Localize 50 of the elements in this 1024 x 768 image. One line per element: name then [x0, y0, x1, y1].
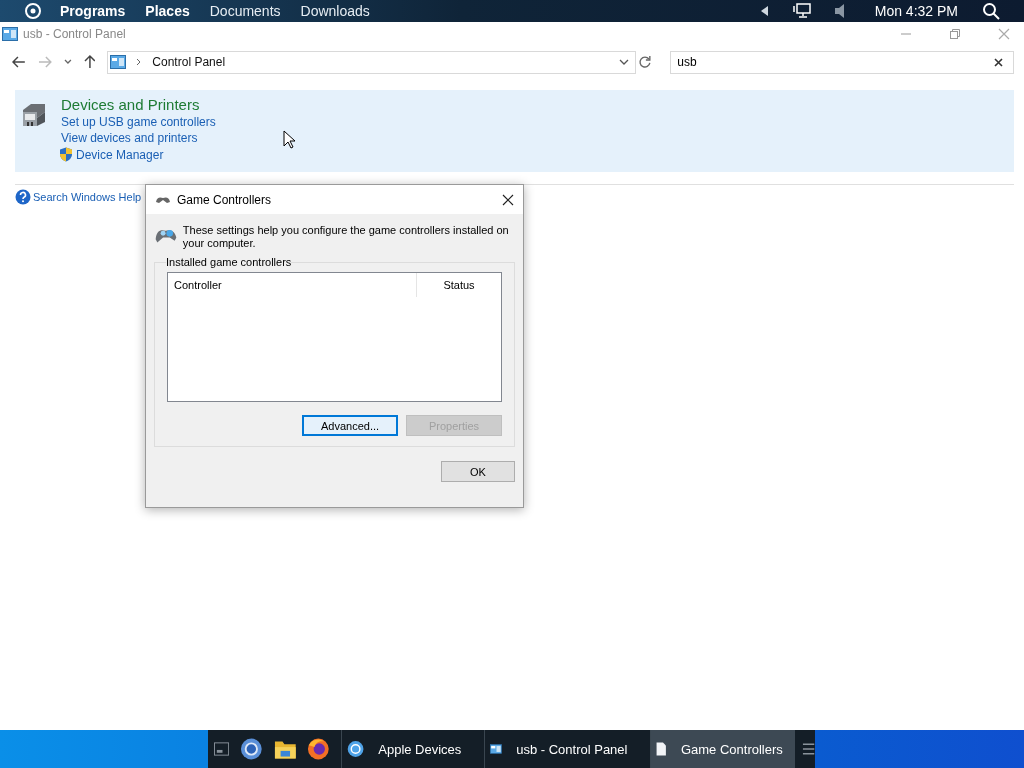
control-panel-icon	[490, 741, 503, 757]
menu-icon[interactable]	[801, 742, 816, 756]
task-link[interactable]: View devices and printers	[61, 131, 216, 145]
restore-icon[interactable]	[949, 28, 961, 40]
taskbar-button[interactable]: usb - Control Panel	[484, 730, 640, 768]
dialog-title: Game Controllers	[177, 192, 272, 207]
task-link[interactable]: Device Manager	[76, 147, 164, 162]
address-text: Control Panel	[152, 55, 226, 69]
fox-browser-icon[interactable]	[307, 737, 331, 761]
speaker-icon[interactable]	[834, 4, 845, 18]
help-icon	[15, 189, 31, 205]
triangle-left-icon[interactable]	[760, 6, 769, 16]
shield-icon	[59, 147, 73, 162]
chevron-down-icon[interactable]	[619, 58, 630, 66]
dialog-description: These settings help you configure the game controllers installed on your computer.	[182, 224, 510, 250]
search-icon[interactable]	[982, 2, 1000, 20]
clear-icon[interactable]	[994, 57, 1003, 67]
ok-button[interactable]: OK	[441, 461, 515, 482]
chevron-down-icon[interactable]	[63, 59, 72, 65]
gamepad-icon	[155, 195, 171, 204]
group-label: Installed game controllers	[166, 256, 292, 268]
back-arrow-icon[interactable]	[12, 56, 26, 68]
column-header[interactable]: Controller	[168, 273, 417, 297]
address-bar[interactable]: Control Panel	[107, 50, 637, 74]
close-icon[interactable]	[502, 193, 514, 206]
control-panel-icon	[110, 55, 127, 69]
menu-item[interactable]: Downloads	[300, 3, 370, 19]
up-arrow-icon[interactable]	[83, 55, 96, 69]
network-icon[interactable]	[792, 3, 811, 19]
window-title: usb - Control Panel	[23, 27, 126, 41]
refresh-icon[interactable]	[638, 55, 653, 69]
column-header[interactable]: Status	[417, 279, 501, 291]
help-link[interactable]: Search Windows Help	[33, 191, 142, 203]
chevron-right-icon	[136, 58, 143, 66]
desktop-icon[interactable]	[214, 742, 230, 756]
folder-icon[interactable]	[273, 738, 297, 760]
task-link[interactable]: Set up USB game controllers	[61, 115, 216, 129]
taskbar-button[interactable]: Game Controllers	[650, 730, 795, 768]
controller-list[interactable]: Controller Status	[167, 272, 502, 402]
category-heading[interactable]: Devices and Printers	[61, 96, 216, 113]
menu-item[interactable]: Documents	[209, 3, 281, 19]
menu-item[interactable]: Programs	[60, 3, 126, 19]
menu-item[interactable]: Places	[145, 3, 190, 19]
search-field[interactable]: usb	[670, 50, 1014, 74]
browser-icon[interactable]	[240, 737, 263, 761]
mouse-cursor-icon	[283, 130, 295, 149]
circle-logo-icon[interactable]	[24, 2, 42, 20]
dialog-button[interactable]: Advanced...	[302, 415, 398, 436]
clock[interactable]: Mon 4:32 PM	[874, 3, 958, 19]
taskbar-button[interactable]: Apple Devices	[341, 730, 474, 768]
